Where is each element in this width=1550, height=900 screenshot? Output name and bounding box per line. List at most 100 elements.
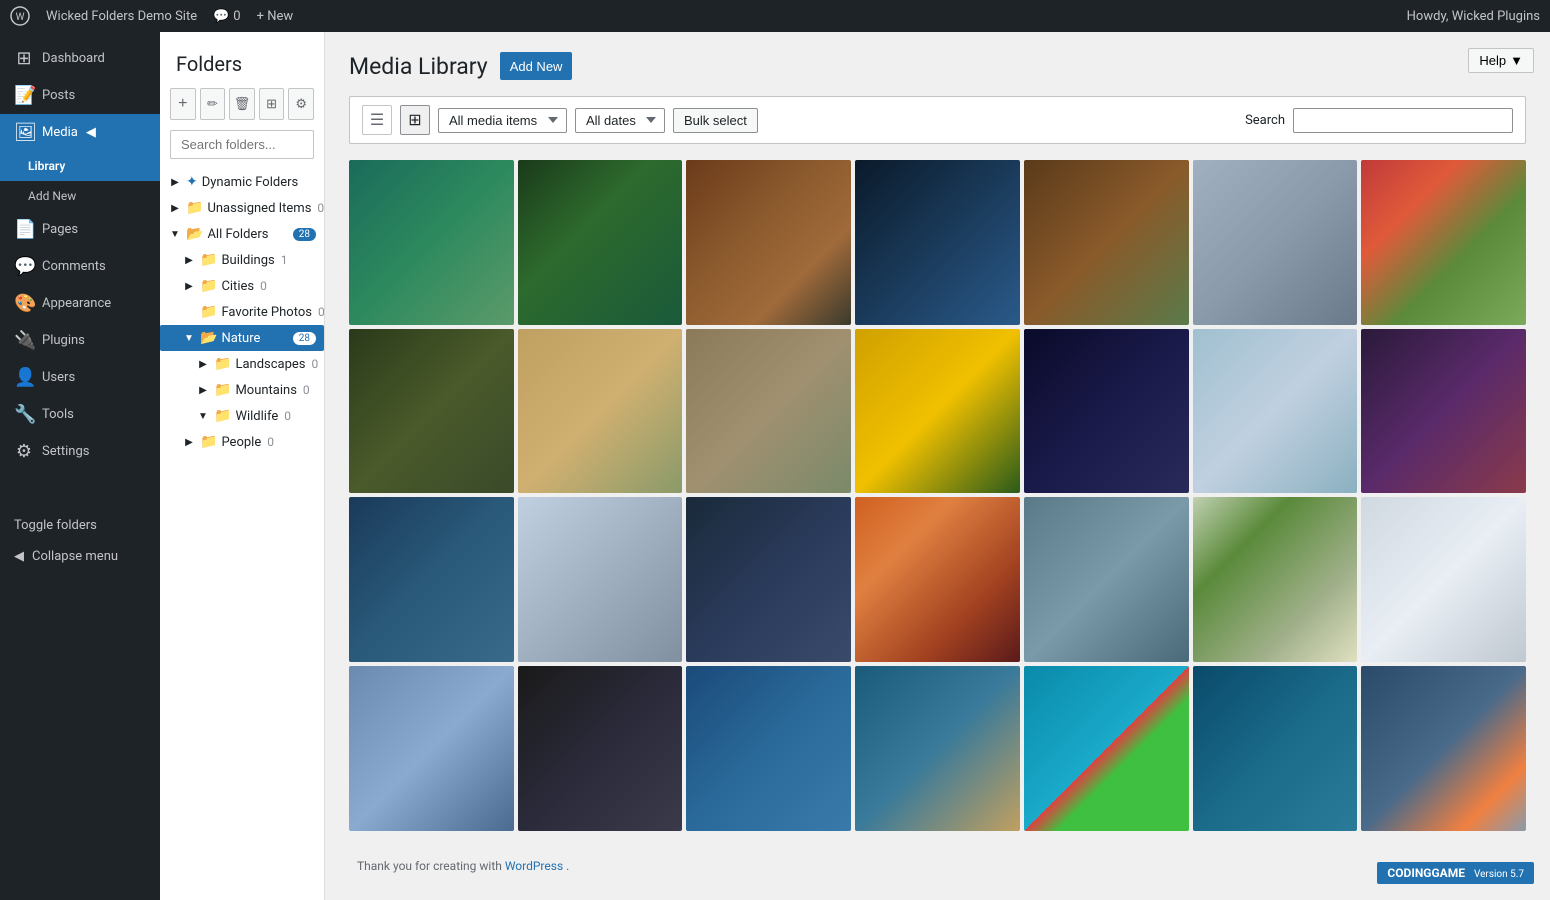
comments-link[interactable]: 💬 0 — [213, 9, 241, 24]
sidebar-item-tools[interactable]: 🔧 Tools — [0, 396, 160, 433]
sidebar-label-pages: Pages — [42, 222, 78, 237]
media-item[interactable] — [1361, 329, 1526, 494]
folder-search-input[interactable] — [170, 130, 314, 159]
people-count: 0 — [267, 435, 274, 449]
media-item[interactable] — [855, 160, 1020, 325]
dashboard-icon: ⊞ — [14, 48, 34, 69]
folder-row-favorite[interactable]: ▶ 📁 Favorite Photos 0 — [160, 299, 324, 325]
sidebar-item-appearance[interactable]: 🎨 Appearance — [0, 285, 160, 322]
collapse-icon: ◀ — [14, 549, 24, 564]
cities-folder-icon: 📁 — [200, 278, 217, 294]
media-item[interactable] — [855, 329, 1020, 494]
media-item[interactable] — [686, 666, 851, 831]
list-view-button[interactable]: ☰ — [362, 105, 392, 135]
media-item[interactable] — [1361, 666, 1526, 831]
sidebar-item-add-new[interactable]: Add New — [0, 181, 160, 211]
folder-row-dynamic[interactable]: ▶ ✦ Dynamic Folders — [160, 169, 324, 195]
svg-text:W: W — [16, 12, 25, 23]
folder-row-mountains[interactable]: ▶ 📁 Mountains 0 — [160, 377, 324, 403]
buildings-label: Buildings — [221, 253, 274, 268]
media-item[interactable] — [855, 666, 1020, 831]
toggle-folders-btn[interactable]: Toggle folders — [0, 510, 160, 541]
codinggame-label: CODINGGAME — [1387, 866, 1465, 880]
media-item[interactable] — [1193, 497, 1358, 662]
add-subfolder-button[interactable]: ⊞ — [259, 88, 285, 120]
media-item[interactable] — [686, 160, 851, 325]
people-folder-icon: 📁 — [200, 434, 217, 450]
sidebar-item-dashboard[interactable]: ⊞ Dashboard — [0, 40, 160, 77]
sidebar-label-settings: Settings — [42, 444, 89, 459]
folder-row-landscapes[interactable]: ▶ 📁 Landscapes 0 — [160, 351, 324, 377]
collapse-menu-btn[interactable]: ◀ Collapse menu — [0, 541, 160, 572]
wordpress-link[interactable]: WordPress — [505, 859, 563, 873]
media-item[interactable] — [1024, 666, 1189, 831]
sidebar-item-plugins[interactable]: 🔌 Plugins — [0, 322, 160, 359]
buildings-count: 1 — [281, 253, 288, 267]
sidebar-item-pages[interactable]: 📄 Pages — [0, 211, 160, 248]
add-new-button[interactable]: Add New — [500, 52, 573, 80]
media-item[interactable] — [518, 666, 683, 831]
sidebar-item-media[interactable]: 🖼 Media ◀ — [0, 114, 160, 151]
folder-settings-button[interactable]: ⚙ — [288, 88, 314, 120]
all-folders-icon: 📂 — [186, 226, 203, 242]
all-folders-badge: 28 — [293, 228, 316, 241]
media-item[interactable] — [349, 160, 514, 325]
folder-row-unassigned[interactable]: ▶ 📁 Unassigned Items 0 — [160, 195, 324, 221]
add-folder-button[interactable]: + — [170, 88, 196, 120]
grid-view-button[interactable]: ⊞ — [400, 105, 430, 135]
folder-row-wildlife[interactable]: ▼ 📁 Wildlife 0 — [160, 403, 324, 429]
sidebar-item-comments[interactable]: 💬 Comments — [0, 248, 160, 285]
page-footer: Thank you for creating with WordPress . — [349, 851, 1526, 881]
media-item[interactable] — [686, 497, 851, 662]
landscapes-count: 0 — [312, 357, 319, 371]
help-button[interactable]: Help ▼ — [1468, 48, 1534, 73]
folder-row-cities[interactable]: ▶ 📁 Cities 0 — [160, 273, 324, 299]
media-item[interactable] — [1361, 160, 1526, 325]
media-item[interactable] — [1361, 497, 1526, 662]
folder-row-all-folders[interactable]: ▼ 📂 All Folders 28 — [160, 221, 324, 247]
media-item[interactable] — [1193, 329, 1358, 494]
media-item[interactable] — [1193, 160, 1358, 325]
folder-row-people[interactable]: ▶ 📁 People 0 — [160, 429, 324, 455]
landscapes-arrow-icon: ▶ — [196, 359, 210, 370]
media-item[interactable] — [686, 329, 851, 494]
edit-folder-button[interactable]: ✏ — [200, 88, 226, 120]
media-item[interactable] — [518, 497, 683, 662]
media-item[interactable] — [1193, 666, 1358, 831]
media-item[interactable] — [518, 160, 683, 325]
grid-view-icon: ⊞ — [408, 110, 421, 130]
new-link[interactable]: + New — [257, 9, 294, 24]
folder-row-nature[interactable]: ▼ 📂 Nature 28 — [160, 325, 324, 351]
media-item[interactable] — [349, 329, 514, 494]
sidebar-item-posts[interactable]: 📝 Posts — [0, 77, 160, 114]
media-item[interactable] — [349, 666, 514, 831]
media-item[interactable] — [518, 329, 683, 494]
toggle-folders-label: Toggle folders — [14, 518, 97, 533]
media-item[interactable] — [1024, 329, 1189, 494]
folder-tree: ▶ ✦ Dynamic Folders ▶ 📁 Unassigned Items… — [160, 169, 324, 900]
media-item[interactable] — [1024, 497, 1189, 662]
wp-logo[interactable]: W — [10, 6, 30, 26]
dates-filter-select[interactable]: All dates — [575, 108, 665, 133]
media-item[interactable] — [349, 497, 514, 662]
sidebar-label-appearance: Appearance — [42, 296, 111, 311]
media-item[interactable] — [855, 497, 1020, 662]
nature-folder-icon: 📂 — [200, 330, 217, 346]
favorite-count: 0 — [318, 305, 324, 319]
search-input[interactable] — [1293, 108, 1513, 133]
sidebar-item-users[interactable]: 👤 Users — [0, 359, 160, 396]
media-submenu: Library Add New — [0, 151, 160, 211]
folder-row-buildings[interactable]: ▶ 📁 Buildings 1 — [160, 247, 324, 273]
sidebar-label-tools: Tools — [42, 407, 74, 422]
media-filter-select[interactable]: All media items Images Video Audio — [438, 108, 567, 133]
sidebar-item-settings[interactable]: ⚙ Settings — [0, 433, 160, 470]
media-icon: 🖼 — [14, 122, 34, 143]
media-item[interactable] — [1024, 160, 1189, 325]
sidebar-item-library[interactable]: Library — [0, 151, 160, 181]
unassigned-count: 0 — [317, 201, 324, 215]
delete-folder-button[interactable]: 🗑 — [229, 88, 255, 120]
main-content: Media Library Add New ☰ ⊞ All media item… — [325, 32, 1550, 900]
bulk-select-button[interactable]: Bulk select — [673, 108, 758, 133]
site-name[interactable]: Wicked Folders Demo Site — [46, 9, 197, 24]
sidebar-label-posts: Posts — [42, 88, 75, 103]
